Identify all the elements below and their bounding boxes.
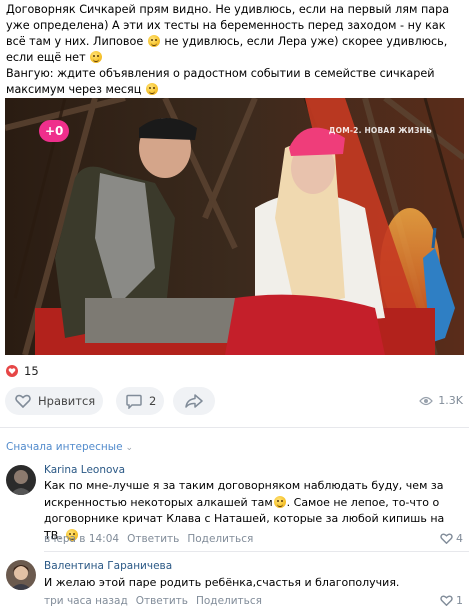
reply-button[interactable]: Ответить [136, 595, 188, 607]
avatar[interactable] [6, 465, 36, 495]
section-divider [0, 427, 469, 428]
eye-icon [419, 396, 434, 405]
share-icon [185, 394, 203, 408]
comment-button[interactable]: 2 [116, 387, 164, 415]
comments-sort-dropdown[interactable]: Сначала интересные ⌄ [6, 441, 133, 453]
comment-author[interactable]: Валентина Гараничева [44, 560, 172, 572]
views-counter: 1.3K [419, 394, 463, 407]
avatar-image [6, 465, 36, 495]
post-actions: Нравится 2 1.3K [5, 387, 463, 415]
comment-like-count: 4 [456, 532, 463, 545]
avatar[interactable] [6, 560, 36, 590]
heart-outline-icon [440, 533, 453, 544]
comment-time[interactable]: вчера в 14:04 [44, 533, 119, 545]
avatar-image [6, 560, 36, 590]
likes-count: 15 [24, 364, 39, 378]
comment-count: 2 [149, 394, 157, 408]
comment-meta: три часа назад Ответить Поделиться [44, 595, 262, 607]
grin-emoji-icon [90, 51, 103, 63]
comment-separator [44, 551, 469, 552]
chevron-down-icon: ⌄ [125, 443, 134, 453]
comment-meta: вчера в 14:04 Ответить Поделиться [44, 533, 253, 545]
comment-text-part-1: И желаю этой паре родить ребёнка,счастья… [44, 576, 400, 589]
comment-like-button[interactable]: 4 [440, 532, 463, 545]
comment-text: И желаю этой паре родить ребёнка,счастья… [44, 575, 464, 592]
comment-author[interactable]: Karina Leonova [44, 464, 125, 476]
heart-outline-icon [15, 394, 31, 408]
comment-like-button[interactable]: 1 [440, 594, 463, 607]
show-name-watermark: ДОМ-2. НОВАЯ ЖИЗНЬ [328, 126, 432, 135]
grin-emoji-icon [147, 35, 160, 47]
views-count: 1.3K [438, 394, 463, 407]
comment-icon [126, 394, 142, 409]
reply-button[interactable]: Ответить [127, 533, 179, 545]
share-comment-button[interactable]: Поделиться [196, 595, 262, 607]
video-player[interactable]: +0 ДОМ-2. НОВАЯ ЖИЗНЬ [5, 98, 464, 355]
like-button[interactable]: Нравится [5, 387, 103, 415]
heart-outline-icon [440, 595, 453, 606]
video-frame-image [5, 98, 464, 355]
post-text-part-3: Вангую: ждите объявления о радостном соб… [6, 67, 435, 96]
share-button[interactable] [173, 387, 215, 415]
heart-icon [6, 365, 18, 377]
like-label: Нравится [38, 394, 96, 408]
likes-summary[interactable]: 15 [6, 364, 39, 378]
post-text: Договорняк Сичкарей прям видно. Не удивл… [6, 2, 466, 98]
grin-emoji-icon [145, 83, 158, 95]
channel-logo: +0 [39, 120, 70, 142]
sort-label: Сначала интересные [6, 441, 123, 453]
comment-time[interactable]: три часа назад [44, 595, 128, 607]
share-comment-button[interactable]: Поделиться [187, 533, 253, 545]
wink-emoji-icon [273, 495, 286, 508]
comment-like-count: 1 [456, 594, 463, 607]
